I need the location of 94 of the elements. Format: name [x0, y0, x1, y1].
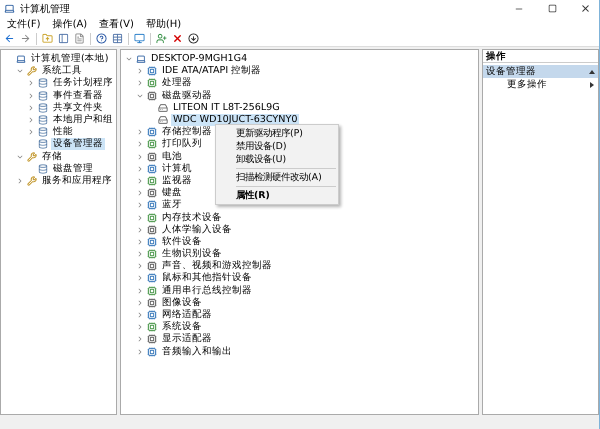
table-icon[interactable] [112, 33, 123, 44]
device-icon [147, 176, 157, 186]
action-item[interactable]: 更多操作 [483, 78, 598, 91]
tree-item[interactable]: 生物识别设备 [160, 248, 224, 260]
context-menu-item[interactable]: 属性(R) [216, 189, 338, 202]
tools-icon [27, 176, 37, 186]
context-menu-item[interactable]: 更新驱动程序(P) [216, 127, 338, 140]
device-icon [147, 152, 157, 162]
device-icon [147, 139, 157, 150]
device-icon [147, 334, 157, 344]
tools-icon [27, 152, 37, 162]
tree-item[interactable]: 显示适配器 [160, 333, 214, 346]
tree-item[interactable]: 电池 [160, 150, 184, 163]
tree-item[interactable]: 打印队列 [160, 138, 204, 150]
actions-section[interactable]: 设备管理器 [483, 65, 598, 78]
actions-header: 操作 [483, 50, 598, 63]
menu-item[interactable]: 文件(F) [4, 17, 44, 31]
context-menu-item[interactable]: 卸载设备(U) [216, 153, 338, 166]
user-plus-icon[interactable] [156, 33, 167, 44]
forward-icon[interactable] [20, 33, 31, 44]
device-icon [147, 78, 157, 88]
tree-item[interactable]: 磁盘管理 [51, 162, 95, 175]
device-icon [147, 188, 157, 198]
tree-item[interactable]: 计算机 [160, 162, 194, 175]
tree-item[interactable]: LITEON IT L8T-256L9G [171, 102, 282, 114]
folder-up-icon[interactable] [42, 33, 53, 44]
device-icon [147, 66, 157, 76]
panel-icon[interactable] [58, 33, 69, 44]
tree-item[interactable]: 系统工具 [40, 65, 84, 78]
tree-item[interactable]: 存储控制器 [160, 126, 214, 138]
drive-icon [158, 115, 168, 126]
device-icon [147, 298, 157, 308]
tree-item[interactable]: DESKTOP-9MGH1G4 [149, 53, 250, 66]
drive-icon [158, 102, 168, 113]
device-icon [147, 127, 157, 138]
tree-item[interactable]: 本地用户和组 [51, 114, 115, 126]
tree-item[interactable]: 鼠标和其他指针设备 [160, 272, 254, 284]
menu-item[interactable]: 操作(A) [50, 17, 90, 31]
tree-item[interactable]: 监视器 [160, 174, 194, 187]
device-icon [147, 164, 157, 174]
tree-item[interactable]: 声音、视频和游戏控制器 [160, 260, 274, 272]
device-icon [147, 90, 157, 101]
tree-item[interactable]: 软件设备 [160, 236, 204, 248]
device-icon [147, 310, 157, 320]
device-icon [147, 236, 157, 247]
tree-item[interactable]: 网络适配器 [160, 309, 214, 322]
monitor-icon[interactable] [134, 33, 145, 44]
tree-item[interactable]: 图像设备 [160, 296, 204, 309]
tools-icon [27, 66, 37, 76]
tree-item[interactable]: 服务和应用程序 [40, 174, 114, 187]
tree-item[interactable]: 处理器 [160, 77, 194, 90]
device-icon [147, 212, 157, 223]
tree-item[interactable]: 磁盘驱动器 [160, 90, 214, 102]
back-icon[interactable] [4, 33, 15, 44]
tree-item[interactable]: 音频输入和输出 [160, 346, 234, 358]
tree-item[interactable]: 事件查看器 [51, 90, 105, 102]
collapse-arrow-icon[interactable] [589, 70, 595, 74]
device-icon [147, 224, 157, 235]
menu-item[interactable]: 查看(V) [96, 17, 137, 31]
help-icon[interactable] [96, 33, 107, 44]
section-title: 设备管理器 [486, 65, 536, 78]
delete-icon[interactable] [172, 33, 183, 44]
device-icon [147, 286, 157, 296]
tree-item[interactable]: 任务计划程序 [51, 77, 115, 90]
tree-item[interactable]: 通用串行总线控制器 [160, 284, 254, 297]
window-title: 计算机管理 [20, 2, 71, 16]
tree-item[interactable]: 键盘 [160, 187, 184, 200]
device-icon [147, 273, 157, 284]
tree-item[interactable]: 计算机管理(本地) [29, 53, 110, 66]
tree-item[interactable]: 蓝牙 [160, 199, 184, 212]
tree-item[interactable]: 性能 [51, 126, 75, 138]
document-icon[interactable] [74, 33, 85, 44]
tree-item[interactable]: IDE ATA/ATAPI 控制器 [160, 65, 264, 78]
submenu-arrow-icon [590, 82, 594, 88]
close-icon [580, 3, 590, 14]
tree-item[interactable]: 内存技术设备 [160, 212, 224, 224]
context-menu-item[interactable]: 禁用设备(D) [216, 140, 338, 153]
computer-icon [16, 54, 26, 64]
menu-item[interactable]: 帮助(H) [142, 17, 184, 31]
context-menu-item[interactable]: 扫描检测硬件改动(A) [216, 171, 338, 184]
device-icon [147, 261, 157, 272]
tree-item[interactable]: 共享文件夹 [51, 102, 105, 114]
device-icon [147, 322, 157, 332]
app-icon [4, 3, 15, 14]
device-icon [147, 200, 157, 210]
device-icon [147, 249, 157, 260]
tree-item[interactable]: 人体学输入设备 [160, 224, 234, 236]
tree-item[interactable]: 存储 [40, 150, 64, 163]
device-icon [147, 346, 157, 357]
tree-item[interactable]: 系统设备 [160, 321, 204, 334]
computer-icon [136, 54, 146, 64]
tree-item[interactable]: 设备管理器 [51, 138, 105, 150]
maximize-icon [548, 4, 556, 13]
arrow-down-circle-icon[interactable] [188, 33, 199, 44]
